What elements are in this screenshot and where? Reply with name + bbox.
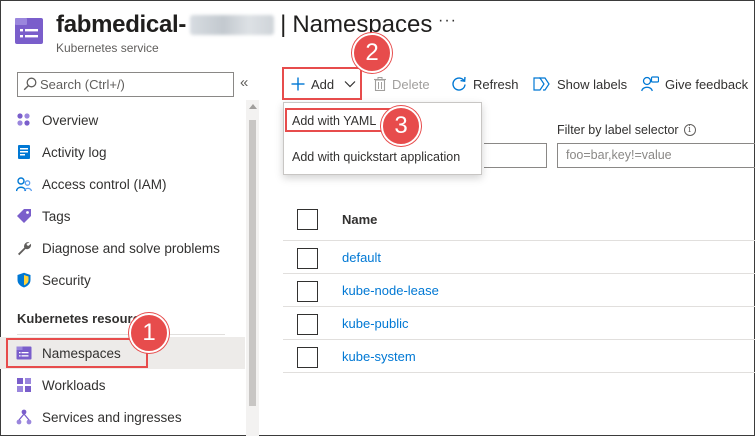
section-divider [17, 334, 225, 335]
row-checkbox[interactable] [297, 248, 318, 269]
sidebar-item-overview[interactable]: Overview [0, 104, 245, 136]
sidebar-scrollbar[interactable] [246, 100, 259, 436]
collapse-sidebar-icon[interactable]: « [240, 74, 248, 91]
highlight-namespaces [6, 338, 148, 368]
feedback-icon [641, 76, 659, 92]
sidebar-item-workloads[interactable]: Workloads [0, 369, 245, 401]
shield-icon [17, 272, 31, 288]
title-separator: | [280, 11, 287, 38]
trash-icon [374, 77, 386, 91]
show-labels-label: Show labels [557, 76, 628, 92]
name-filter-input[interactable] [484, 143, 547, 168]
sidebar-item-label: Overview [42, 112, 99, 128]
table-divider [283, 339, 755, 340]
delete-button[interactable]: Delete [374, 72, 430, 96]
label-selector-text: Filter by label selector [557, 123, 679, 137]
wrench-icon [18, 242, 32, 256]
give-feedback-label: Give feedback [665, 76, 749, 92]
kubernetes-service-icon [15, 18, 43, 44]
highlight-add-button [282, 67, 362, 100]
show-labels-button[interactable]: Show labels [533, 72, 627, 96]
table-divider [283, 306, 755, 307]
sidebar-item-label: Activity log [42, 144, 107, 160]
sidebar-item-label: Services and ingresses [42, 409, 182, 425]
namespace-link[interactable]: kube-system [342, 349, 416, 364]
callout-badge-3: 3 [381, 106, 421, 146]
refresh-icon [452, 76, 466, 91]
refresh-button[interactable]: Refresh [451, 72, 519, 96]
info-icon[interactable]: i [683, 124, 696, 136]
select-all-checkbox[interactable] [297, 209, 318, 230]
row-checkbox[interactable] [297, 347, 318, 368]
table-divider [283, 273, 755, 274]
row-checkbox[interactable] [297, 314, 318, 335]
sidebar-item-security[interactable]: Security [0, 264, 245, 296]
overview-icon [17, 113, 30, 126]
table-divider [283, 372, 755, 373]
sidebar-item-activity-log[interactable]: Activity log [0, 136, 245, 168]
search-input[interactable]: Search (Ctrl+/) [17, 72, 234, 97]
row-checkbox[interactable] [297, 281, 318, 302]
redacted-name-suffix [190, 15, 275, 35]
sidebar-item-label: Tags [42, 208, 71, 224]
iam-icon [16, 177, 32, 192]
label-selector-input[interactable]: foo=bar,key!=value [557, 143, 755, 168]
sidebar-item-tags[interactable]: Tags [0, 200, 245, 232]
namespace-link[interactable]: kube-public [342, 316, 409, 331]
give-feedback-button[interactable]: Give feedback [641, 72, 748, 96]
scrollbar-thumb[interactable] [249, 120, 256, 406]
sidebar-item-label: Access control (IAM) [42, 176, 167, 192]
resource-name: fabmedical- [56, 11, 187, 38]
namespace-link[interactable]: default [342, 250, 381, 265]
scroll-up-icon[interactable] [249, 104, 257, 109]
table-divider [283, 240, 755, 241]
namespace-link[interactable]: kube-node-lease [342, 283, 439, 298]
labels-icon [533, 77, 550, 91]
highlight-add-with-yaml [285, 108, 395, 132]
label-selector-label: Filter by label selector i [557, 123, 696, 137]
sidebar-item-access-control[interactable]: Access control (IAM) [0, 168, 245, 200]
sidebar-item-services[interactable]: Services and ingresses [0, 401, 245, 433]
sidebar-item-label: Diagnose and solve problems [42, 240, 220, 256]
sidebar-item-diagnose[interactable]: Diagnose and solve problems [0, 232, 245, 264]
workloads-icon [17, 378, 31, 392]
tag-icon [17, 209, 31, 223]
services-icon [16, 409, 32, 425]
column-header-name[interactable]: Name [342, 212, 377, 227]
callout-badge-2: 2 [352, 33, 392, 73]
search-icon [23, 77, 37, 91]
activity-log-icon [18, 145, 30, 159]
resource-type-subtitle: Kubernetes service [56, 41, 159, 55]
more-options-icon[interactable]: ··· [438, 12, 457, 30]
menu-item-add-with-quickstart[interactable]: Add with quickstart application [292, 150, 460, 164]
sidebar-item-label: Security [42, 272, 91, 288]
search-placeholder: Search (Ctrl+/) [40, 77, 125, 92]
refresh-label: Refresh [473, 76, 519, 92]
callout-badge-1: 1 [129, 313, 169, 353]
delete-label: Delete [392, 76, 430, 92]
sidebar-item-label: Workloads [42, 377, 106, 393]
